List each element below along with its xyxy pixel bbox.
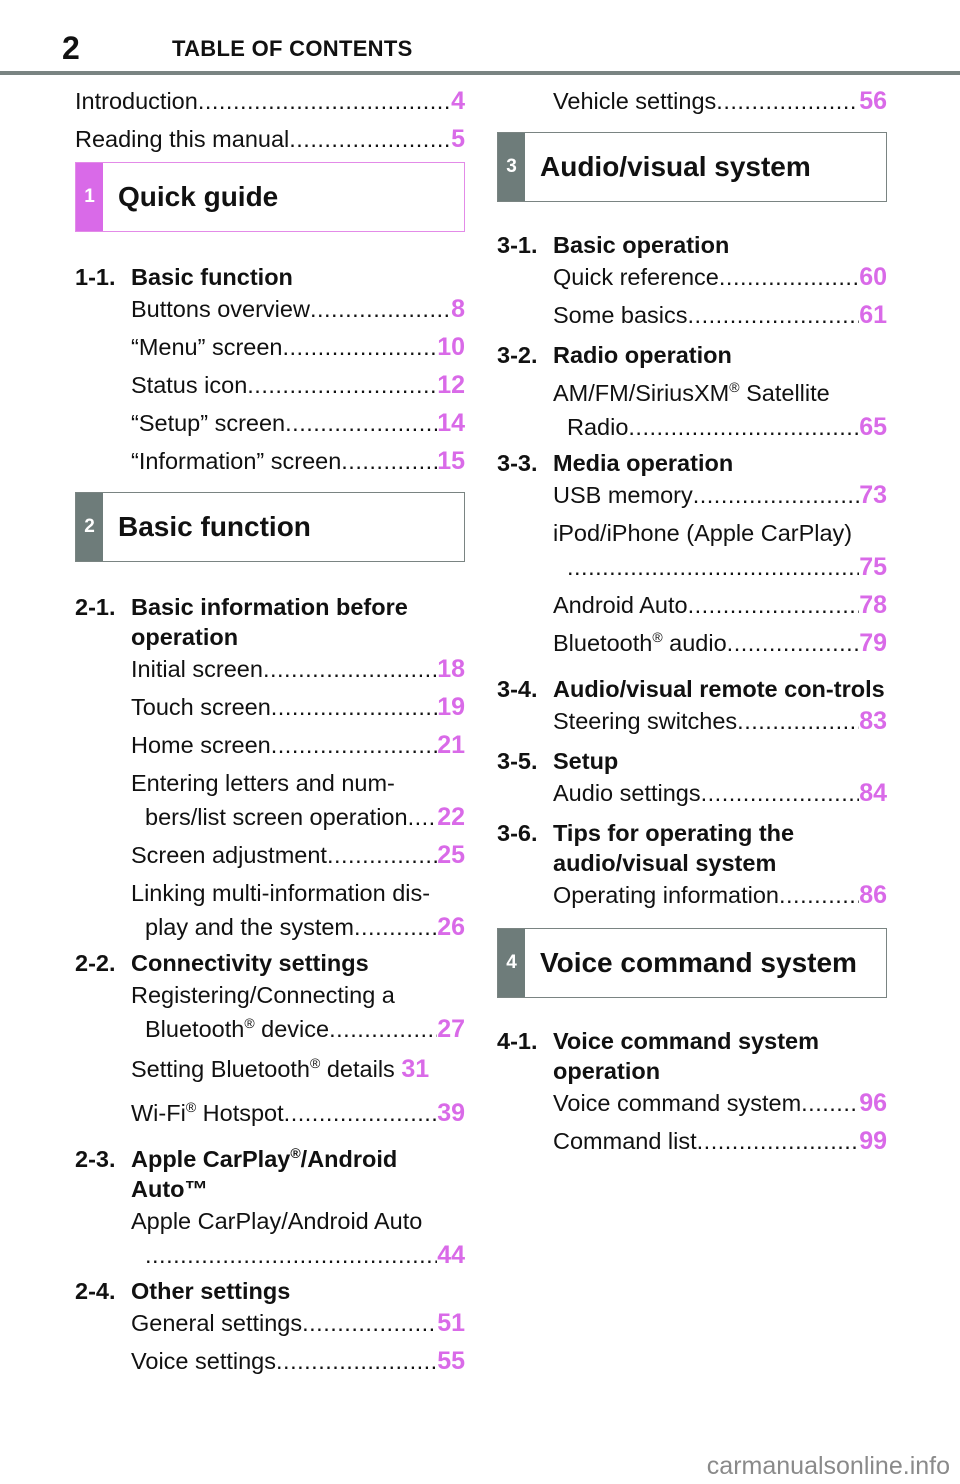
page-link[interactable]: 99: [859, 1124, 887, 1158]
page-link[interactable]: 15: [437, 444, 465, 478]
toc-entry[interactable]: “Menu” screen10: [131, 330, 465, 368]
toc-entry[interactable]: Voice settings55: [131, 1344, 465, 1382]
page-link[interactable]: 56: [859, 84, 887, 118]
chapter-heading: 3-5. Setup: [497, 748, 619, 774]
right-column: Vehicle settings56 3 Audio/visual system…: [497, 84, 887, 1162]
header-rule: [0, 71, 960, 75]
chapter-heading: 3-6. Tips for operating the audio/visual …: [497, 820, 795, 876]
page-number: 2: [62, 30, 80, 66]
toc-entry[interactable]: Steering switches83: [553, 704, 887, 742]
chapter-heading: 3-1. Basic operation: [497, 232, 730, 258]
toc-entry[interactable]: Apple CarPlay/Android Auto 44: [131, 1204, 465, 1272]
section-title: Voice command system: [540, 947, 857, 978]
toc-entry[interactable]: USB memory73: [553, 478, 887, 516]
chapter-heading: 3-4. Audio/visual remote con-trols: [497, 676, 885, 702]
page-link[interactable]: 65: [859, 410, 887, 444]
toc-entry[interactable]: Command list99: [553, 1124, 887, 1162]
toc-entry[interactable]: Touch screen19: [131, 690, 465, 728]
toc-entry[interactable]: Setting Bluetooth® details 31: [131, 1052, 465, 1096]
toc-entry[interactable]: iPod/iPhone (Apple CarPlay) 75: [553, 516, 887, 584]
page-link[interactable]: 26: [437, 910, 465, 944]
page-link[interactable]: 25: [437, 838, 465, 872]
toc-entry[interactable]: Voice command system96: [553, 1086, 887, 1124]
page-link[interactable]: 83: [859, 704, 887, 738]
section-2-basic-function[interactable]: 2 Basic function: [75, 492, 465, 562]
toc-entry[interactable]: Buttons overview8: [131, 292, 465, 330]
toc-entry[interactable]: Operating information86: [553, 878, 887, 916]
toc-entry[interactable]: Entering letters and num- bers/list scre…: [131, 766, 465, 834]
chapter-heading: 3-2. Radio operation: [497, 342, 732, 368]
toc-entry[interactable]: AM/FM/SiriusXM® Satellite Radio65: [553, 376, 887, 444]
page-link[interactable]: 39: [437, 1096, 465, 1130]
page-link[interactable]: 8: [451, 292, 465, 326]
toc-entry[interactable]: Home screen21: [131, 728, 465, 766]
toc-entry[interactable]: Some basics61: [553, 298, 887, 336]
page-link[interactable]: 22: [437, 800, 465, 834]
toc-entry[interactable]: “Setup” screen14: [131, 406, 465, 444]
chapter-heading: 2-4. Other settings: [75, 1278, 291, 1304]
page-link[interactable]: 84: [859, 776, 887, 810]
watermark: carmanualsonline.info: [706, 1452, 950, 1480]
chapter-heading: 1-1. Basic function: [75, 264, 293, 290]
section-title: Quick guide: [118, 181, 279, 212]
leader-dots: [198, 84, 451, 118]
toc-entry[interactable]: General settings51: [131, 1306, 465, 1344]
toc-entry-reading-manual[interactable]: Reading this manual5: [75, 122, 465, 160]
toc-entry[interactable]: Initial screen18: [131, 652, 465, 690]
toc-entry[interactable]: Wi-Fi® Hotspot39: [131, 1096, 465, 1140]
page-link[interactable]: 78: [859, 588, 887, 622]
toc-entry[interactable]: Quick reference60: [553, 260, 887, 298]
toc-entry[interactable]: Android Auto78: [553, 588, 887, 626]
page-link[interactable]: 51: [437, 1306, 465, 1340]
page-link[interactable]: 14: [437, 406, 465, 440]
toc-entry[interactable]: Bluetooth® audio79: [553, 626, 887, 670]
page-link[interactable]: 12: [437, 368, 465, 402]
page-link[interactable]: 27: [437, 1012, 465, 1046]
toc-entry[interactable]: Audio settings84: [553, 776, 887, 814]
page-link[interactable]: 44: [437, 1238, 465, 1272]
chapter-heading: 2-1. Basic information before operation: [75, 594, 408, 650]
page-link[interactable]: 75: [859, 550, 887, 584]
toc-entry[interactable]: Vehicle settings56: [553, 84, 887, 122]
chapter-heading: 2-2. Connectivity settings: [75, 950, 369, 976]
section-title: Audio/visual system: [540, 151, 811, 182]
left-column: Introduction4 Reading this manual5 1 Qui…: [75, 84, 465, 1382]
chapter-heading: 3-3. Media operation: [497, 450, 734, 476]
chapter-heading: 2-3. Apple CarPlay®/Android Auto™: [75, 1145, 398, 1202]
page-header: 2 TABLE OF CONTENTS: [0, 0, 960, 75]
page-link[interactable]: 79: [859, 626, 887, 660]
page-link[interactable]: 4: [451, 84, 465, 118]
page-link[interactable]: 10: [437, 330, 465, 364]
toc-entry[interactable]: Status icon12: [131, 368, 465, 406]
toc-entry-introduction[interactable]: Introduction4: [75, 84, 465, 122]
page-link[interactable]: 61: [859, 298, 887, 332]
page-title: TABLE OF CONTENTS: [172, 36, 413, 61]
page-link[interactable]: 96: [859, 1086, 887, 1120]
page-link[interactable]: 55: [437, 1344, 465, 1378]
section-1-quick-guide[interactable]: 1 Quick guide: [75, 162, 465, 232]
section-number: 2: [76, 493, 103, 561]
page-link[interactable]: 19: [437, 690, 465, 724]
toc-entry[interactable]: “Information” screen15: [131, 444, 465, 482]
toc-entry[interactable]: Screen adjustment25: [131, 838, 465, 876]
toc-entry[interactable]: Registering/Connecting a Bluetooth® devi…: [131, 978, 465, 1046]
page-link[interactable]: 21: [437, 728, 465, 762]
leader-dots: [289, 122, 451, 156]
page-link[interactable]: 31: [401, 1052, 429, 1086]
section-4-voice-command[interactable]: 4 Voice command system: [497, 928, 887, 998]
page-link[interactable]: 5: [451, 122, 465, 156]
section-3-audio-visual[interactable]: 3 Audio/visual system: [497, 132, 887, 202]
page-link[interactable]: 86: [859, 878, 887, 912]
page-link[interactable]: 73: [859, 478, 887, 512]
section-number: 4: [498, 929, 525, 997]
page-link[interactable]: 60: [859, 260, 887, 294]
section-title: Basic function: [118, 511, 311, 542]
toc-entry[interactable]: Linking multi-information dis- play and …: [131, 876, 465, 944]
page-link[interactable]: 18: [437, 652, 465, 686]
section-number: 1: [76, 163, 103, 231]
section-number: 3: [498, 133, 525, 201]
chapter-heading: 4-1. Voice command system operation: [497, 1028, 820, 1084]
